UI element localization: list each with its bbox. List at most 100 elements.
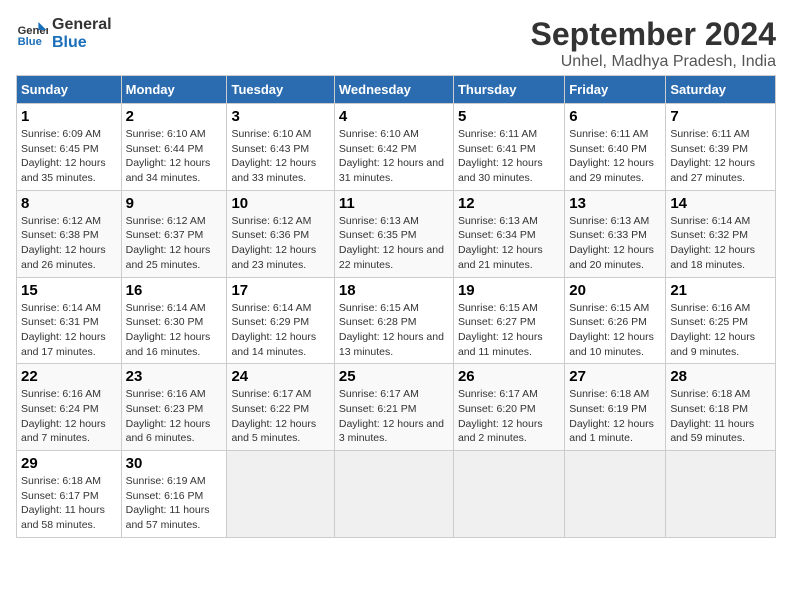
calendar-row: 15 Sunrise: 6:14 AM Sunset: 6:31 PM Dayl… xyxy=(17,277,776,364)
day-info: Sunrise: 6:16 AM Sunset: 6:25 PM Dayligh… xyxy=(670,301,771,360)
day-number: 19 xyxy=(458,282,560,299)
calendar-cell: 24 Sunrise: 6:17 AM Sunset: 6:22 PM Dayl… xyxy=(227,364,334,451)
day-info: Sunrise: 6:16 AM Sunset: 6:24 PM Dayligh… xyxy=(21,387,117,446)
day-number: 20 xyxy=(569,282,661,299)
calendar-cell: 13 Sunrise: 6:13 AM Sunset: 6:33 PM Dayl… xyxy=(565,190,666,277)
calendar-cell xyxy=(334,451,453,538)
calendar-cell xyxy=(453,451,564,538)
day-number: 8 xyxy=(21,195,117,212)
header-day: Saturday xyxy=(666,76,776,104)
page-subtitle: Unhel, Madhya Pradesh, India xyxy=(531,53,776,71)
day-info: Sunrise: 6:15 AM Sunset: 6:28 PM Dayligh… xyxy=(339,301,449,360)
day-number: 15 xyxy=(21,282,117,299)
header-day: Tuesday xyxy=(227,76,334,104)
calendar-cell: 1 Sunrise: 6:09 AM Sunset: 6:45 PM Dayli… xyxy=(17,104,122,191)
svg-text:General: General xyxy=(18,25,48,37)
calendar-row: 22 Sunrise: 6:16 AM Sunset: 6:24 PM Dayl… xyxy=(17,364,776,451)
day-number: 28 xyxy=(670,368,771,385)
calendar-cell: 30 Sunrise: 6:19 AM Sunset: 6:16 PM Dayl… xyxy=(121,451,227,538)
calendar-cell: 12 Sunrise: 6:13 AM Sunset: 6:34 PM Dayl… xyxy=(453,190,564,277)
day-number: 30 xyxy=(126,455,223,472)
day-number: 6 xyxy=(569,108,661,125)
day-info: Sunrise: 6:14 AM Sunset: 6:29 PM Dayligh… xyxy=(231,301,329,360)
day-number: 10 xyxy=(231,195,329,212)
calendar-cell: 22 Sunrise: 6:16 AM Sunset: 6:24 PM Dayl… xyxy=(17,364,122,451)
day-number: 5 xyxy=(458,108,560,125)
day-info: Sunrise: 6:14 AM Sunset: 6:32 PM Dayligh… xyxy=(670,214,771,273)
day-info: Sunrise: 6:10 AM Sunset: 6:44 PM Dayligh… xyxy=(126,127,223,186)
calendar-cell: 11 Sunrise: 6:13 AM Sunset: 6:35 PM Dayl… xyxy=(334,190,453,277)
logo-line1: General xyxy=(52,16,112,34)
header-day: Thursday xyxy=(453,76,564,104)
calendar-cell: 23 Sunrise: 6:16 AM Sunset: 6:23 PM Dayl… xyxy=(121,364,227,451)
calendar-row: 8 Sunrise: 6:12 AM Sunset: 6:38 PM Dayli… xyxy=(17,190,776,277)
day-number: 11 xyxy=(339,195,449,212)
calendar-cell xyxy=(565,451,666,538)
calendar-cell: 4 Sunrise: 6:10 AM Sunset: 6:42 PM Dayli… xyxy=(334,104,453,191)
day-info: Sunrise: 6:12 AM Sunset: 6:38 PM Dayligh… xyxy=(21,214,117,273)
day-number: 25 xyxy=(339,368,449,385)
day-info: Sunrise: 6:17 AM Sunset: 6:20 PM Dayligh… xyxy=(458,387,560,446)
logo-icon: General Blue xyxy=(16,18,48,50)
day-number: 23 xyxy=(126,368,223,385)
calendar-row: 1 Sunrise: 6:09 AM Sunset: 6:45 PM Dayli… xyxy=(17,104,776,191)
day-number: 29 xyxy=(21,455,117,472)
page-title: September 2024 xyxy=(531,16,776,53)
day-number: 4 xyxy=(339,108,449,125)
day-info: Sunrise: 6:18 AM Sunset: 6:19 PM Dayligh… xyxy=(569,387,661,446)
day-number: 3 xyxy=(231,108,329,125)
day-info: Sunrise: 6:17 AM Sunset: 6:21 PM Dayligh… xyxy=(339,387,449,446)
calendar-cell: 6 Sunrise: 6:11 AM Sunset: 6:40 PM Dayli… xyxy=(565,104,666,191)
calendar-cell: 15 Sunrise: 6:14 AM Sunset: 6:31 PM Dayl… xyxy=(17,277,122,364)
day-number: 17 xyxy=(231,282,329,299)
day-info: Sunrise: 6:12 AM Sunset: 6:36 PM Dayligh… xyxy=(231,214,329,273)
calendar-cell: 25 Sunrise: 6:17 AM Sunset: 6:21 PM Dayl… xyxy=(334,364,453,451)
header-day: Sunday xyxy=(17,76,122,104)
day-number: 24 xyxy=(231,368,329,385)
calendar-cell: 2 Sunrise: 6:10 AM Sunset: 6:44 PM Dayli… xyxy=(121,104,227,191)
day-number: 26 xyxy=(458,368,560,385)
day-info: Sunrise: 6:11 AM Sunset: 6:40 PM Dayligh… xyxy=(569,127,661,186)
calendar-cell: 17 Sunrise: 6:14 AM Sunset: 6:29 PM Dayl… xyxy=(227,277,334,364)
day-info: Sunrise: 6:16 AM Sunset: 6:23 PM Dayligh… xyxy=(126,387,223,446)
day-number: 14 xyxy=(670,195,771,212)
calendar-cell: 18 Sunrise: 6:15 AM Sunset: 6:28 PM Dayl… xyxy=(334,277,453,364)
calendar-cell: 8 Sunrise: 6:12 AM Sunset: 6:38 PM Dayli… xyxy=(17,190,122,277)
calendar-row: 29 Sunrise: 6:18 AM Sunset: 6:17 PM Dayl… xyxy=(17,451,776,538)
calendar-cell: 10 Sunrise: 6:12 AM Sunset: 6:36 PM Dayl… xyxy=(227,190,334,277)
header: General Blue General Blue September 2024… xyxy=(16,16,776,71)
day-info: Sunrise: 6:18 AM Sunset: 6:18 PM Dayligh… xyxy=(670,387,771,446)
day-info: Sunrise: 6:14 AM Sunset: 6:31 PM Dayligh… xyxy=(21,301,117,360)
svg-text:Blue: Blue xyxy=(18,36,42,48)
day-number: 1 xyxy=(21,108,117,125)
day-info: Sunrise: 6:11 AM Sunset: 6:41 PM Dayligh… xyxy=(458,127,560,186)
header-day: Monday xyxy=(121,76,227,104)
header-row: SundayMondayTuesdayWednesdayThursdayFrid… xyxy=(17,76,776,104)
day-info: Sunrise: 6:09 AM Sunset: 6:45 PM Dayligh… xyxy=(21,127,117,186)
logo: General Blue General Blue xyxy=(16,16,112,51)
day-number: 7 xyxy=(670,108,771,125)
day-number: 13 xyxy=(569,195,661,212)
calendar-cell: 27 Sunrise: 6:18 AM Sunset: 6:19 PM Dayl… xyxy=(565,364,666,451)
day-info: Sunrise: 6:18 AM Sunset: 6:17 PM Dayligh… xyxy=(21,474,117,533)
calendar-cell xyxy=(666,451,776,538)
header-day: Friday xyxy=(565,76,666,104)
title-area: September 2024 Unhel, Madhya Pradesh, In… xyxy=(531,16,776,71)
day-number: 27 xyxy=(569,368,661,385)
day-number: 9 xyxy=(126,195,223,212)
calendar-cell xyxy=(227,451,334,538)
day-info: Sunrise: 6:13 AM Sunset: 6:34 PM Dayligh… xyxy=(458,214,560,273)
day-info: Sunrise: 6:15 AM Sunset: 6:26 PM Dayligh… xyxy=(569,301,661,360)
header-day: Wednesday xyxy=(334,76,453,104)
day-number: 21 xyxy=(670,282,771,299)
logo-line2: Blue xyxy=(52,34,112,52)
calendar-cell: 7 Sunrise: 6:11 AM Sunset: 6:39 PM Dayli… xyxy=(666,104,776,191)
day-info: Sunrise: 6:14 AM Sunset: 6:30 PM Dayligh… xyxy=(126,301,223,360)
day-info: Sunrise: 6:10 AM Sunset: 6:43 PM Dayligh… xyxy=(231,127,329,186)
day-info: Sunrise: 6:13 AM Sunset: 6:33 PM Dayligh… xyxy=(569,214,661,273)
calendar-cell: 9 Sunrise: 6:12 AM Sunset: 6:37 PM Dayli… xyxy=(121,190,227,277)
calendar-cell: 14 Sunrise: 6:14 AM Sunset: 6:32 PM Dayl… xyxy=(666,190,776,277)
day-info: Sunrise: 6:13 AM Sunset: 6:35 PM Dayligh… xyxy=(339,214,449,273)
day-info: Sunrise: 6:17 AM Sunset: 6:22 PM Dayligh… xyxy=(231,387,329,446)
calendar-cell: 3 Sunrise: 6:10 AM Sunset: 6:43 PM Dayli… xyxy=(227,104,334,191)
